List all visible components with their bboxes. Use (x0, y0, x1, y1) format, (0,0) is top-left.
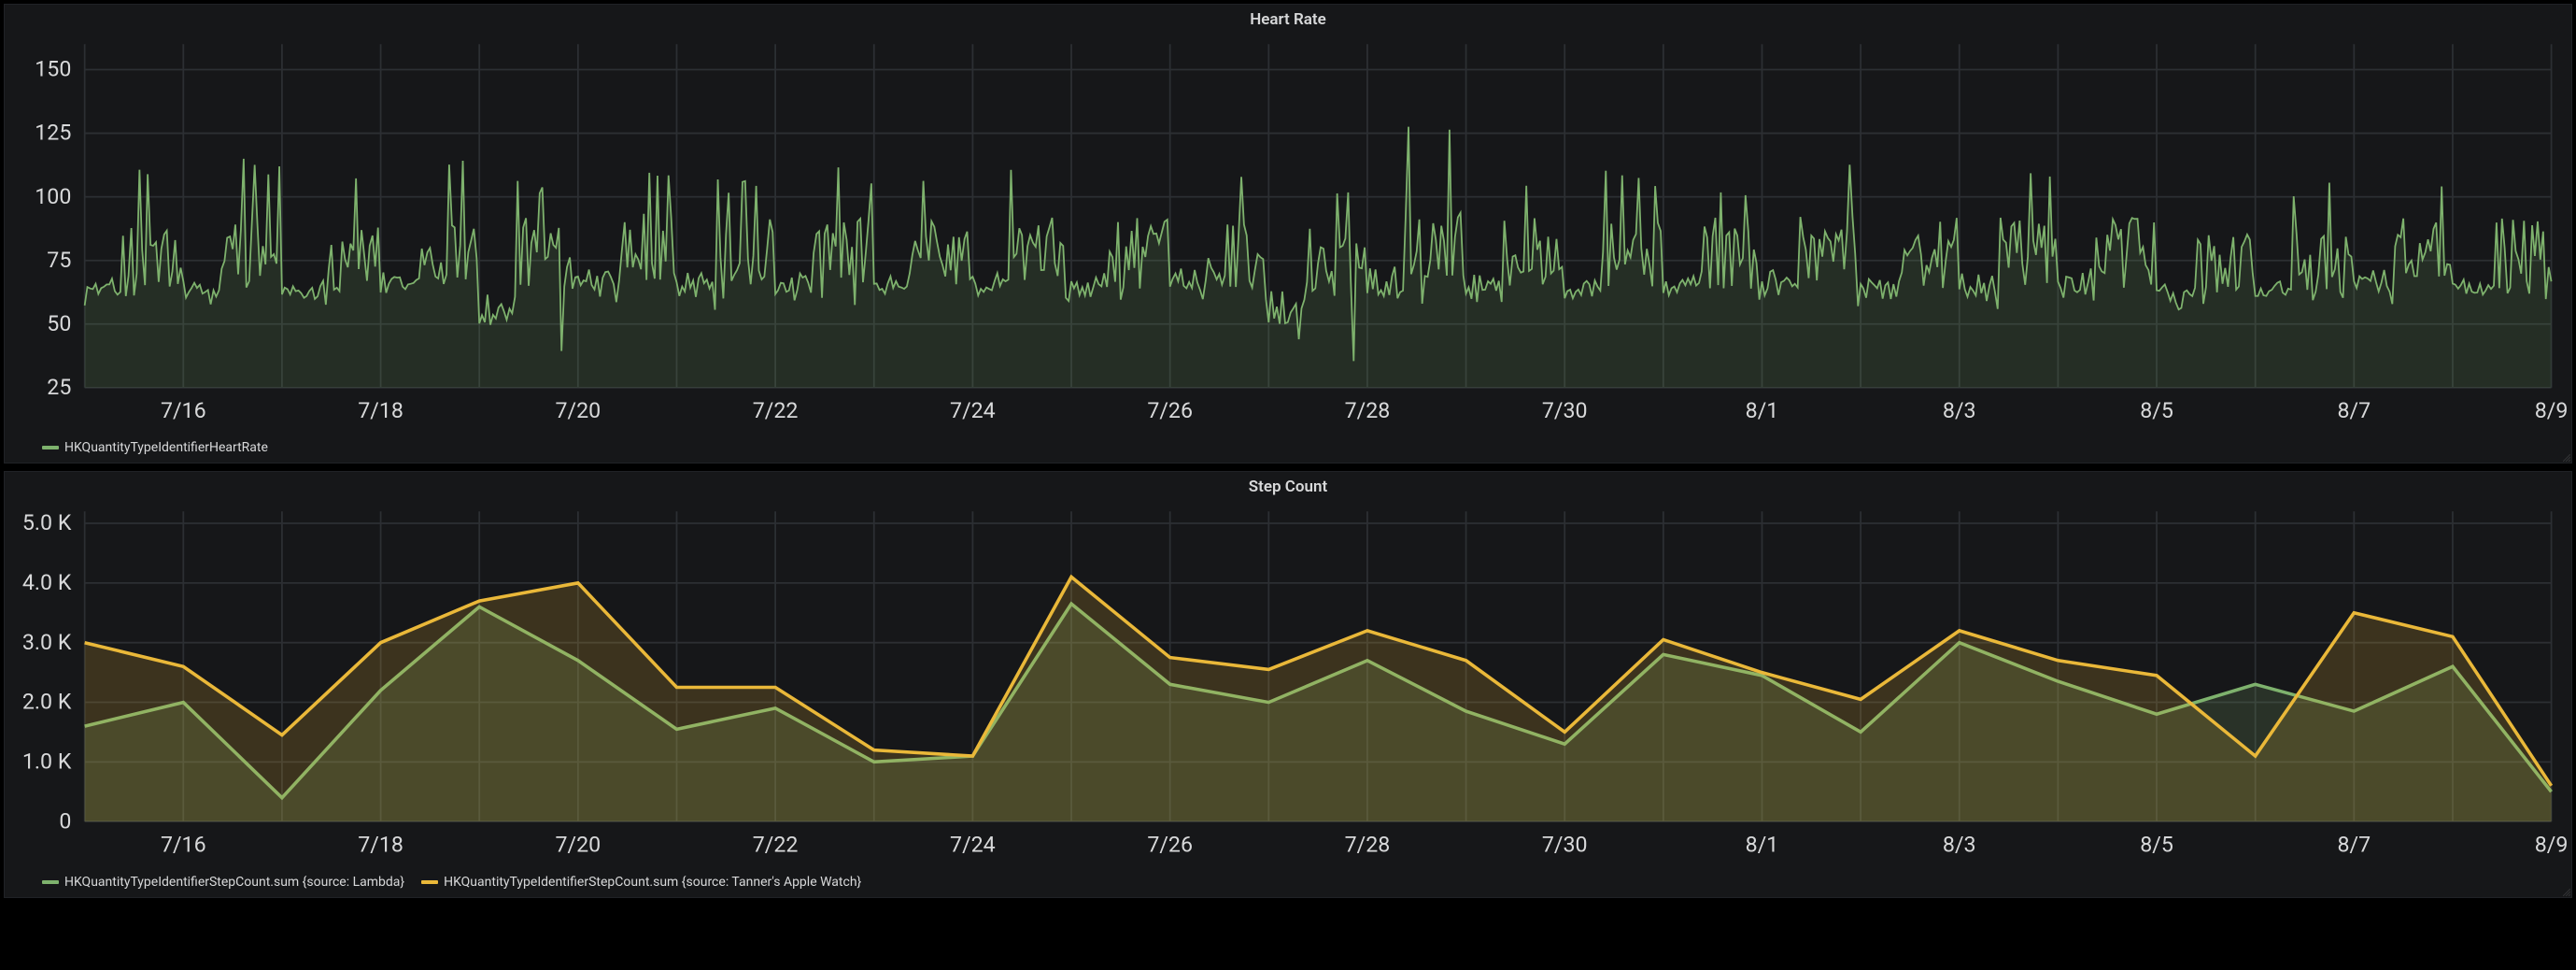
svg-text:7/20: 7/20 (556, 832, 602, 858)
svg-text:150: 150 (35, 56, 71, 82)
panel-step-count: Step Count 0 1.0 K 2.0 K 3.0 K 4.0 K 5.0 K 7/1… (4, 471, 2572, 898)
svg-text:7/30: 7/30 (1542, 397, 1588, 423)
svg-text:7/24: 7/24 (950, 832, 996, 858)
panel-title-step-count[interactable]: Step Count (5, 472, 2571, 498)
svg-text:8/5: 8/5 (2140, 832, 2173, 858)
svg-text:25: 25 (47, 374, 71, 400)
svg-text:8/7: 8/7 (2337, 832, 2371, 858)
legend-label: HKQuantityTypeIdentifierHeartRate (64, 440, 268, 455)
svg-text:2.0 K: 2.0 K (22, 689, 72, 715)
legend-item-heart-rate[interactable]: HKQuantityTypeIdentifierHeartRate (42, 440, 268, 455)
svg-text:7/18: 7/18 (358, 832, 403, 858)
svg-text:100: 100 (35, 183, 71, 209)
svg-text:7/28: 7/28 (1345, 832, 1391, 858)
svg-text:4.0 K: 4.0 K (22, 569, 72, 595)
svg-text:7/26: 7/26 (1147, 832, 1193, 858)
svg-text:7/16: 7/16 (161, 832, 206, 858)
chart-step-count[interactable]: 0 1.0 K 2.0 K 3.0 K 4.0 K 5.0 K 7/16 7/18 7/20 7/… (5, 498, 2571, 869)
svg-text:7/30: 7/30 (1542, 832, 1588, 858)
panel-heart-rate: Heart Rate 25 50 75 100 125 150 7/16 7/18 7/20 7/… (4, 4, 2572, 464)
svg-text:8/3: 8/3 (1943, 397, 1976, 423)
legend-heart-rate: HKQuantityTypeIdentifierHeartRate (5, 435, 2571, 463)
svg-text:8/7: 8/7 (2337, 397, 2371, 423)
svg-text:75: 75 (47, 247, 71, 273)
svg-text:50: 50 (47, 310, 71, 336)
svg-text:7/16: 7/16 (161, 397, 206, 423)
svg-text:8/5: 8/5 (2140, 397, 2173, 423)
svg-text:8/9: 8/9 (2535, 397, 2569, 423)
svg-text:7/26: 7/26 (1147, 397, 1193, 423)
svg-text:7/24: 7/24 (950, 397, 996, 423)
legend-label: HKQuantityTypeIdentifierStepCount.sum {s… (444, 875, 861, 890)
resize-handle-icon[interactable] (2563, 889, 2570, 896)
svg-text:7/22: 7/22 (753, 832, 799, 858)
svg-text:8/1: 8/1 (1746, 832, 1779, 858)
svg-text:8/3: 8/3 (1943, 832, 1976, 858)
legend-swatch-icon (42, 880, 59, 884)
resize-handle-icon[interactable] (2563, 454, 2570, 462)
svg-text:125: 125 (35, 120, 71, 146)
svg-text:8/1: 8/1 (1746, 397, 1779, 423)
svg-text:7/18: 7/18 (358, 397, 403, 423)
svg-text:0: 0 (59, 808, 71, 834)
svg-text:8/9: 8/9 (2535, 832, 2569, 858)
legend-item-step-watch[interactable]: HKQuantityTypeIdentifierStepCount.sum {s… (421, 875, 861, 890)
svg-text:7/22: 7/22 (753, 397, 799, 423)
svg-text:7/28: 7/28 (1345, 397, 1391, 423)
legend-swatch-icon (42, 446, 59, 449)
svg-text:7/20: 7/20 (556, 397, 602, 423)
chart-heart-rate[interactable]: 25 50 75 100 125 150 7/16 7/18 7/20 7/22 7/24 7/26 7… (5, 31, 2571, 435)
legend-step-count: HKQuantityTypeIdentifierStepCount.sum {s… (5, 869, 2571, 897)
svg-text:1.0 K: 1.0 K (22, 749, 72, 775)
svg-text:5.0 K: 5.0 K (22, 509, 72, 535)
panel-title-heart-rate[interactable]: Heart Rate (5, 5, 2571, 31)
legend-label: HKQuantityTypeIdentifierStepCount.sum {s… (64, 875, 404, 890)
legend-swatch-icon (421, 880, 438, 884)
svg-text:3.0 K: 3.0 K (22, 629, 72, 655)
legend-item-step-lambda[interactable]: HKQuantityTypeIdentifierStepCount.sum {s… (42, 875, 404, 890)
